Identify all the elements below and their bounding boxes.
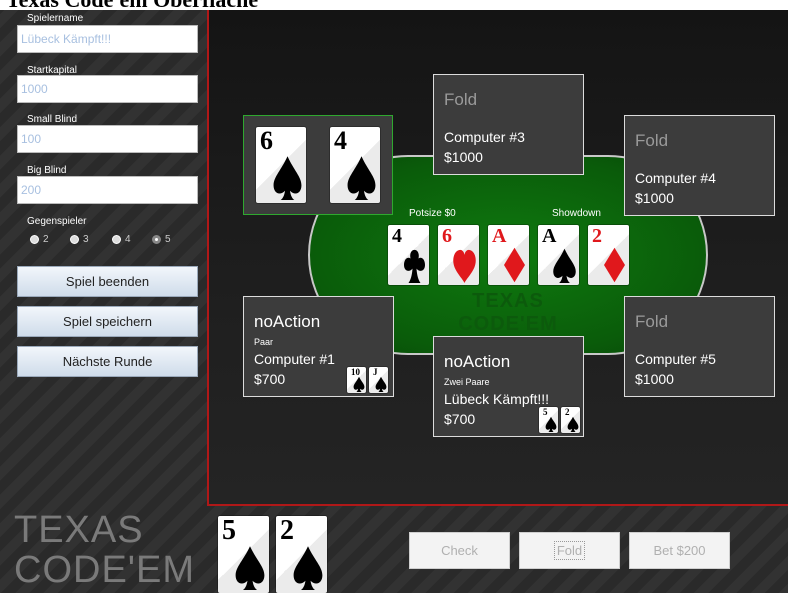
player-name: Computer #5	[635, 351, 716, 367]
community-card: A	[488, 225, 529, 285]
mini-card: 2	[561, 407, 580, 433]
stage-label: Showdown	[552, 208, 601, 219]
window-title-bar: Texas Code'em Oberfläche	[0, 0, 788, 10]
fold-button[interactable]: Fold	[519, 532, 620, 569]
player-money: $1000	[444, 149, 483, 165]
table-logo: TEXAS CODE'EM	[458, 290, 558, 335]
card-rank: 4	[334, 127, 347, 155]
spades-suit-icon	[353, 376, 365, 392]
player-box-computer-4: Fold Computer #4 $1000	[624, 115, 775, 216]
end-game-button[interactable]: Spiel beenden	[17, 266, 198, 297]
clubs-suit-icon	[404, 249, 425, 283]
card-rank: 6	[260, 127, 273, 155]
player-box-computer-3: Fold Computer #3 $1000	[433, 74, 584, 175]
card-rank: 2	[280, 516, 294, 546]
player-status: Fold	[635, 131, 669, 150]
small-blind-label: Small Blind	[27, 114, 78, 125]
app-window: Texas Code'em Oberfläche Spielername Sta…	[0, 0, 788, 593]
highlight-card: 6	[256, 127, 306, 203]
community-card: A	[538, 225, 579, 285]
card-rank: A	[542, 225, 557, 247]
player-name-label: Spielername	[27, 13, 84, 24]
player-status: noAction	[254, 312, 321, 331]
card-rank: 6	[442, 225, 452, 247]
window-title: Texas Code'em Oberfläche	[6, 0, 258, 10]
card-rank: A	[492, 225, 507, 247]
player-hand-rank: Zwei Paare	[444, 377, 490, 387]
community-card: 6	[438, 225, 479, 285]
player-name: Computer #3	[444, 129, 525, 145]
check-button[interactable]: Check	[409, 532, 510, 569]
big-blind-label: Big Blind	[27, 165, 67, 176]
spades-suit-icon	[293, 546, 323, 590]
player-name: Lübeck Kämpft!!!	[444, 391, 550, 407]
card-rank: 5	[222, 516, 236, 546]
player-box-computer-5: Fold Computer #5 $1000	[624, 296, 775, 397]
spades-suit-icon	[273, 156, 302, 200]
small-blind-input[interactable]	[17, 125, 198, 153]
potsize-label: Potsize $0	[409, 208, 456, 219]
player-name-input[interactable]	[17, 25, 198, 53]
opponents-radio-4[interactable]: 4	[112, 234, 131, 246]
opponents-radio-5[interactable]: 5	[152, 234, 171, 246]
player-name: Computer #1	[254, 351, 335, 367]
mini-card: J	[369, 367, 388, 393]
spades-suit-icon	[545, 416, 557, 432]
spades-suit-icon	[347, 156, 376, 200]
hearts-suit-icon	[453, 249, 476, 283]
spades-suit-icon	[375, 376, 387, 392]
player-money: $700	[444, 411, 476, 427]
app-logo: TEXAS CODE'EM	[14, 509, 196, 591]
spades-suit-icon	[567, 416, 579, 432]
spades-suit-icon	[235, 546, 265, 590]
next-round-button[interactable]: Nächste Runde	[17, 346, 198, 377]
community-card: 4	[388, 225, 429, 285]
save-game-button[interactable]: Spiel speichern	[17, 306, 198, 337]
player-status: Fold	[635, 312, 669, 331]
opponents-radio-2[interactable]: 2	[30, 234, 49, 246]
player-money: $1000	[635, 371, 674, 387]
highlight-card: 4	[330, 127, 380, 203]
diamonds-suit-icon	[504, 247, 525, 283]
big-blind-input[interactable]	[17, 176, 198, 204]
hole-card: 2	[276, 516, 327, 593]
mini-card: 5	[539, 407, 558, 433]
community-card: 2	[588, 225, 629, 285]
player-money: $700	[254, 371, 286, 387]
player-money: $1000	[635, 190, 674, 206]
start-capital-input[interactable]	[17, 75, 198, 103]
opponents-radio-3[interactable]: 3	[70, 234, 89, 246]
bet-button[interactable]: Bet $200	[629, 532, 730, 569]
player-status: Fold	[444, 90, 478, 109]
player-status: noAction	[444, 352, 511, 371]
card-rank: 4	[392, 225, 402, 247]
spades-suit-icon	[553, 248, 576, 283]
diamonds-suit-icon	[604, 247, 625, 283]
player-hand-rank: Paar	[254, 337, 274, 347]
card-rank: 2	[592, 225, 602, 247]
hole-card: 5	[218, 516, 269, 593]
player-name: Computer #4	[635, 170, 716, 186]
mini-card: 10	[347, 367, 366, 393]
opponents-label: Gegenspieler	[27, 216, 87, 227]
